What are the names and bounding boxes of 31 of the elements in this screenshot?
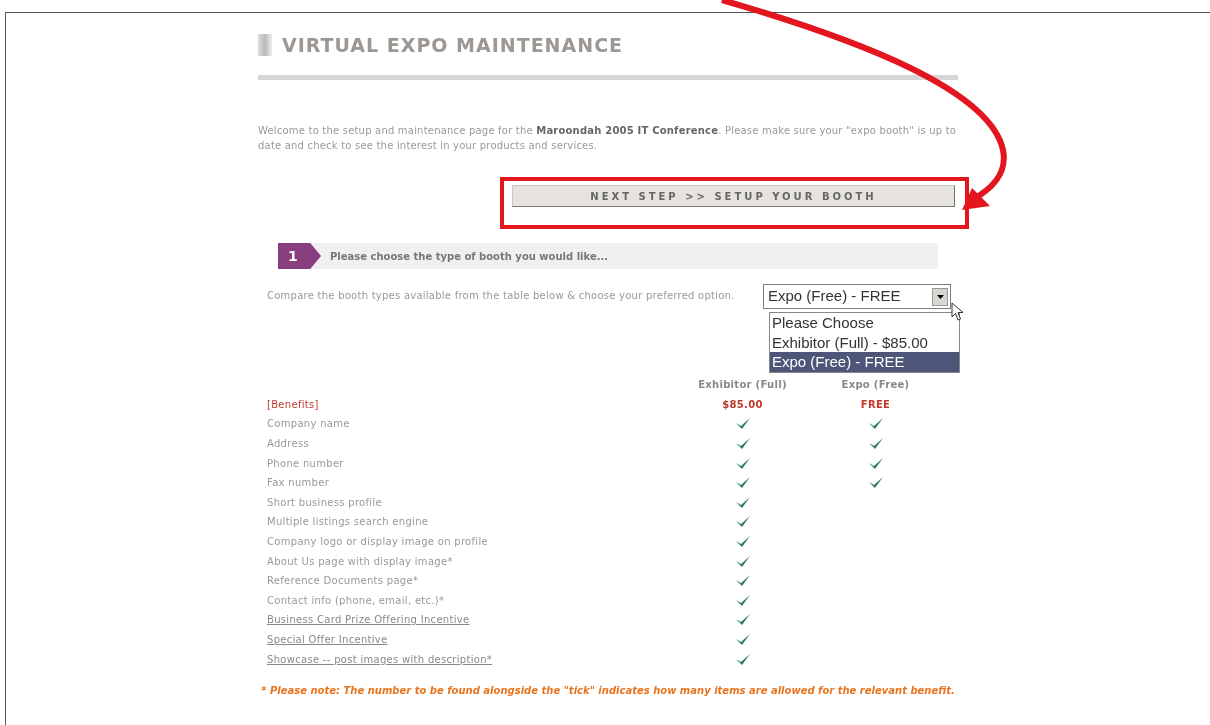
benefit-label: Phone number xyxy=(267,457,344,469)
benefit-label: Short business profile xyxy=(267,496,382,508)
benefit-label: About Us page with display image* xyxy=(267,555,453,567)
column-header: Exhibitor (Full) xyxy=(697,378,788,393)
benefit-label: Address xyxy=(267,438,309,450)
prompt-text: Compare the booth types available from the table below & choose your preferred option. xyxy=(267,289,736,303)
dropdown-arrow-icon xyxy=(936,294,944,299)
intro-text: Welcome to the setup and maintenance page for the Maroondah 2005 IT Conference. Please make sure your "expo booth" is up to date and check to see the interest in your products and services. xyxy=(258,124,958,153)
dropdown-option[interactable]: Please Choose xyxy=(770,313,959,333)
dropdown-option[interactable]: Expo (Free) - FREE xyxy=(770,352,959,372)
benefit-link[interactable]: Business Card Prize Offering Incentive xyxy=(267,614,470,626)
benefit-link[interactable]: Special Offer Incentive xyxy=(267,634,388,645)
title-icon xyxy=(258,34,272,56)
booth-type-select[interactable]: Expo (Free) - FREE xyxy=(763,284,951,309)
next-step-button[interactable]: NEXT STEP >> SETUP YOUR BOOTH xyxy=(512,185,955,207)
column-header: Expo (Free) xyxy=(841,378,910,393)
price-text: FREE xyxy=(860,397,891,412)
price-text: $85.00 xyxy=(721,397,764,412)
benefit-label: Multiple listings search engine xyxy=(267,516,429,528)
benefits-heading: [Benefits] xyxy=(267,397,320,412)
step-number: 1 xyxy=(278,243,321,269)
step-label: Please choose the type of booth you would like... xyxy=(330,249,609,264)
benefit-label: Contact info (phone, email, etc.)* xyxy=(267,594,445,606)
page-title: VIRTUAL EXPO MAINTENANCE xyxy=(282,32,624,58)
benefit-label: Company name xyxy=(267,418,350,430)
benefit-label: Reference Documents page* xyxy=(267,575,419,587)
benefit-link[interactable]: Showcase -- post images with description* xyxy=(267,653,493,665)
dropdown-option[interactable]: Exhibitor (Full) - $85.00 xyxy=(770,332,959,352)
benefit-label: Company logo or display image on profile xyxy=(267,536,488,548)
note-text: * Please note: The number to be found alongside the "tick" indicates how many items are allowed for the relevant benefit. xyxy=(260,683,956,698)
benefit-label: Fax number xyxy=(267,477,330,489)
